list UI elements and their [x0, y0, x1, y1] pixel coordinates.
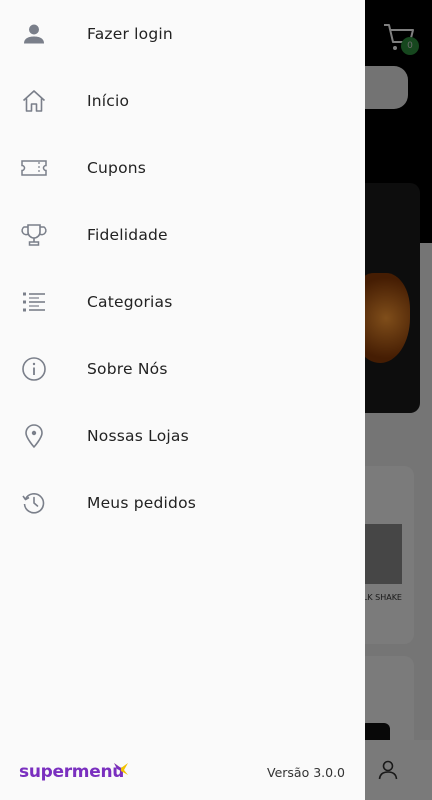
- menu-item-label: Fidelidade: [87, 225, 168, 244]
- menu-item-label: Início: [87, 91, 130, 110]
- drawer-footer: supermenu Versão 3.0.0: [0, 750, 365, 800]
- navigation-drawer: Fazer login Início Cupons Fidelidade Cat…: [0, 0, 365, 800]
- menu-item-label: Fazer login: [87, 24, 173, 43]
- menu-item-label: Categorias: [87, 292, 173, 311]
- supermenu-logo: supermenu: [19, 762, 125, 782]
- ticket-icon: [20, 154, 48, 182]
- menu-item-about[interactable]: Sobre Nós: [0, 335, 365, 402]
- menu-item-label: Cupons: [87, 158, 147, 177]
- menu-item-label: Nossas Lojas: [87, 426, 189, 445]
- menu-item-home[interactable]: Início: [0, 67, 365, 134]
- menu-item-loyalty[interactable]: Fidelidade: [0, 201, 365, 268]
- menu-item-label: Sobre Nós: [87, 359, 168, 378]
- location-pin-icon: [20, 422, 48, 450]
- menu-item-login[interactable]: Fazer login: [0, 0, 365, 67]
- trophy-icon: [20, 221, 48, 249]
- menu-item-stores[interactable]: Nossas Lojas: [0, 402, 365, 469]
- app-version: Versão 3.0.0: [266, 765, 345, 780]
- home-icon: [20, 87, 48, 115]
- menu-item-orders[interactable]: Meus pedidos: [0, 469, 365, 536]
- history-icon: [20, 489, 48, 517]
- menu-item-coupons[interactable]: Cupons: [0, 134, 365, 201]
- user-icon: [20, 20, 48, 48]
- menu-item-label: Meus pedidos: [87, 493, 197, 512]
- menu-item-categories[interactable]: Categorias: [0, 268, 365, 335]
- logo-mark-icon: [113, 761, 129, 777]
- list-icon: [20, 288, 48, 316]
- info-icon: [20, 355, 48, 383]
